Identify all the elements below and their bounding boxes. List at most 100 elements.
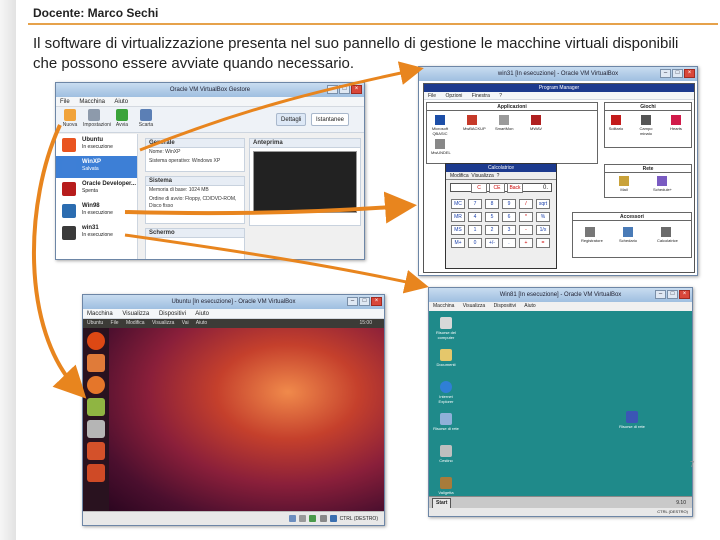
menu-help[interactable]: ? bbox=[499, 93, 502, 99]
calc-key[interactable]: 0 bbox=[468, 238, 482, 248]
calc-key[interactable]: 4 bbox=[468, 212, 482, 222]
libreoffice-calc-icon[interactable] bbox=[87, 420, 105, 438]
calc-key[interactable]: CE bbox=[489, 183, 505, 193]
group-accessori[interactable]: Accessori Registratore Schedario Calcola… bbox=[572, 212, 692, 258]
menu-view[interactable]: Visualizza bbox=[471, 173, 493, 179]
qbasic-icon[interactable]: Microsoft QBASIC bbox=[431, 115, 449, 136]
panel-menu-help[interactable]: Aiuto bbox=[196, 320, 207, 326]
mwav-icon[interactable]: MWAV bbox=[527, 115, 545, 131]
settings-button[interactable]: Impostazioni bbox=[83, 109, 111, 128]
schedule-icon[interactable]: Schedule+ bbox=[653, 176, 672, 192]
panel-menu-file[interactable]: File bbox=[111, 320, 119, 326]
win81-vm-window[interactable]: Win81 [In esecuzione] - Oracle VM Virtua… bbox=[428, 287, 693, 517]
calc-key[interactable]: % bbox=[536, 212, 550, 222]
smartmon-icon[interactable]: SmartMon bbox=[495, 115, 513, 131]
vm-list-item[interactable]: Ubuntu In esecuzione bbox=[56, 134, 137, 156]
menu-help[interactable]: Aiuto bbox=[195, 311, 209, 317]
maximize-button[interactable]: □ bbox=[359, 297, 370, 306]
calc-key[interactable]: * bbox=[519, 212, 533, 222]
close-button[interactable]: × bbox=[371, 297, 382, 306]
calc-key[interactable]: 6 bbox=[502, 212, 516, 222]
calc-key[interactable]: 2 bbox=[485, 225, 499, 235]
calc-key[interactable]: +/- bbox=[485, 238, 499, 248]
calc-key[interactable]: / bbox=[519, 199, 533, 209]
app-icon[interactable] bbox=[87, 464, 105, 482]
menu-help[interactable]: Aiuto bbox=[114, 99, 128, 105]
firefox-icon[interactable] bbox=[87, 376, 105, 394]
my-computer-icon[interactable]: Risorse del computer bbox=[433, 317, 459, 340]
vm-list-item[interactable]: Win98 In esecuzione bbox=[56, 200, 137, 222]
dash-icon[interactable] bbox=[87, 332, 105, 350]
details-toggle[interactable]: Dettagli bbox=[276, 113, 307, 126]
calc-key[interactable]: 9 bbox=[502, 199, 516, 209]
window-titlebar[interactable]: Win81 [In esecuzione] - Oracle VM Virtua… bbox=[429, 288, 692, 302]
calculator-window[interactable]: Calcolatrice Modifica Visualizza ? 0. CC… bbox=[445, 163, 557, 269]
calc-key[interactable]: 3 bbox=[502, 225, 516, 235]
calc-key[interactable]: MS bbox=[451, 225, 465, 235]
internet-explorer-icon[interactable]: Internet Explorer bbox=[433, 381, 459, 404]
calc-key[interactable]: + bbox=[519, 238, 533, 248]
new-button[interactable]: Nuova bbox=[59, 109, 81, 128]
virtualbox-manager-window[interactable]: Oracle VM VirtualBox Gestore – □ × File … bbox=[55, 82, 365, 260]
hdd-icon[interactable] bbox=[288, 515, 296, 523]
start-button[interactable]: Avvia bbox=[111, 109, 133, 128]
menu-help[interactable]: Aiuto bbox=[524, 303, 535, 309]
maximize-button[interactable]: □ bbox=[667, 290, 678, 299]
calc-key[interactable]: . bbox=[502, 238, 516, 248]
calc-key[interactable]: MR bbox=[451, 212, 465, 222]
calc-key[interactable]: C bbox=[471, 183, 487, 193]
calc-key[interactable]: - bbox=[519, 225, 533, 235]
briefcase-icon[interactable]: Valigetta bbox=[433, 477, 459, 495]
solitaire-icon[interactable]: Solitario bbox=[607, 115, 625, 131]
documents-icon[interactable]: Documenti bbox=[433, 349, 459, 367]
minimize-button[interactable]: – bbox=[327, 85, 338, 94]
backup-icon[interactable]: MwBACKUP bbox=[463, 115, 486, 131]
calc-key[interactable]: sqrt bbox=[536, 199, 550, 209]
recycle-bin-icon[interactable]: Cestino bbox=[433, 445, 459, 463]
menu-edit[interactable]: Modifica bbox=[450, 173, 469, 179]
network-neighborhood-icon[interactable]: Risorse di rete bbox=[619, 411, 645, 429]
menu-devices[interactable]: Dispositivi bbox=[159, 311, 186, 317]
maximize-button[interactable]: □ bbox=[339, 85, 350, 94]
vm-list-item-selected[interactable]: WinXP Salvata bbox=[56, 156, 137, 178]
menu-window[interactable]: Finestra bbox=[472, 93, 490, 99]
calc-key[interactable]: = bbox=[536, 238, 550, 248]
calc-key[interactable]: M+ bbox=[451, 238, 465, 248]
panel-menu-edit[interactable]: Modifica bbox=[126, 320, 145, 326]
snapshots-toggle[interactable]: Istantanee bbox=[311, 113, 350, 126]
cd-icon[interactable] bbox=[299, 515, 306, 523]
menu-view[interactable]: Visualizza bbox=[122, 311, 149, 317]
ubuntu-vm-window[interactable]: Ubuntu [In esecuzione] - Oracle VM Virtu… bbox=[82, 294, 385, 526]
close-button[interactable]: × bbox=[684, 69, 695, 78]
close-button[interactable]: × bbox=[351, 85, 362, 94]
minimize-button[interactable]: – bbox=[660, 69, 671, 78]
window-titlebar[interactable]: Oracle VM VirtualBox Gestore – □ × bbox=[56, 83, 364, 97]
menu-machine[interactable]: Macchina bbox=[87, 311, 113, 317]
minimize-button[interactable]: – bbox=[347, 297, 358, 306]
minesweeper-icon[interactable]: Campo minato bbox=[637, 115, 655, 136]
group-rete[interactable]: Rete Mail Schedule+ bbox=[604, 164, 692, 198]
recorder-icon[interactable]: Registratore bbox=[581, 227, 603, 243]
window-titlebar[interactable]: win31 [In esecuzione] - Oracle VM Virtua… bbox=[419, 67, 697, 81]
menu-options[interactable]: Opzioni bbox=[445, 93, 462, 99]
software-center-icon[interactable] bbox=[87, 442, 105, 460]
close-button[interactable]: × bbox=[679, 290, 690, 299]
menu-machine[interactable]: Macchina bbox=[79, 99, 105, 105]
menu-machine[interactable]: Macchina bbox=[433, 303, 454, 309]
undelete-icon[interactable]: MwUNDEL bbox=[431, 139, 451, 155]
menu-file[interactable]: File bbox=[428, 93, 436, 99]
calc-key[interactable]: 5 bbox=[485, 212, 499, 222]
discard-button[interactable]: Scarta bbox=[135, 109, 157, 128]
calc-key[interactable]: 1 bbox=[468, 225, 482, 235]
cardfile-icon[interactable]: Schedario bbox=[619, 227, 637, 243]
shared-folder-icon[interactable] bbox=[330, 515, 338, 523]
panel-menu-go[interactable]: Vai bbox=[182, 320, 189, 326]
panel-menu-view[interactable]: Visualizza bbox=[152, 320, 174, 326]
menu-view[interactable]: Visualizza bbox=[463, 303, 485, 309]
libreoffice-writer-icon[interactable] bbox=[87, 398, 105, 416]
calc-key[interactable]: 8 bbox=[485, 199, 499, 209]
network-icon[interactable]: Risorse di rete bbox=[433, 413, 459, 431]
vm-list-item[interactable]: Oracle Developer... Spenta bbox=[56, 178, 137, 200]
menu-file[interactable]: File bbox=[60, 99, 70, 105]
usb-icon[interactable] bbox=[319, 515, 327, 523]
